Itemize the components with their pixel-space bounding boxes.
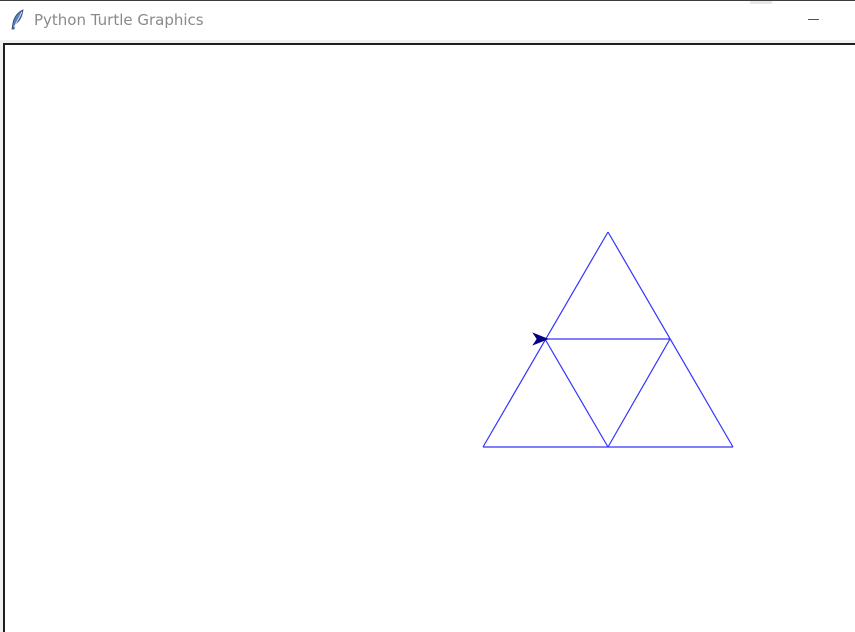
minimize-icon	[807, 19, 819, 20]
sierpinski-triangle	[482, 231, 734, 448]
inner-right-edge	[607, 338, 671, 448]
turtle-drawing	[482, 231, 734, 448]
window-title: Python Turtle Graphics	[34, 11, 204, 29]
inner-left-edge	[544, 338, 609, 448]
feather-icon	[10, 9, 26, 31]
turtle-canvas-frame	[3, 43, 855, 632]
turtle-arrow-icon	[532, 332, 549, 346]
turtle-canvas[interactable]	[5, 45, 855, 632]
minimize-button[interactable]	[793, 1, 833, 39]
title-bar[interactable]: Python Turtle Graphics	[0, 0, 855, 40]
titlebar-accent	[750, 1, 772, 4]
turtle-window: Python Turtle Graphics	[0, 0, 855, 632]
